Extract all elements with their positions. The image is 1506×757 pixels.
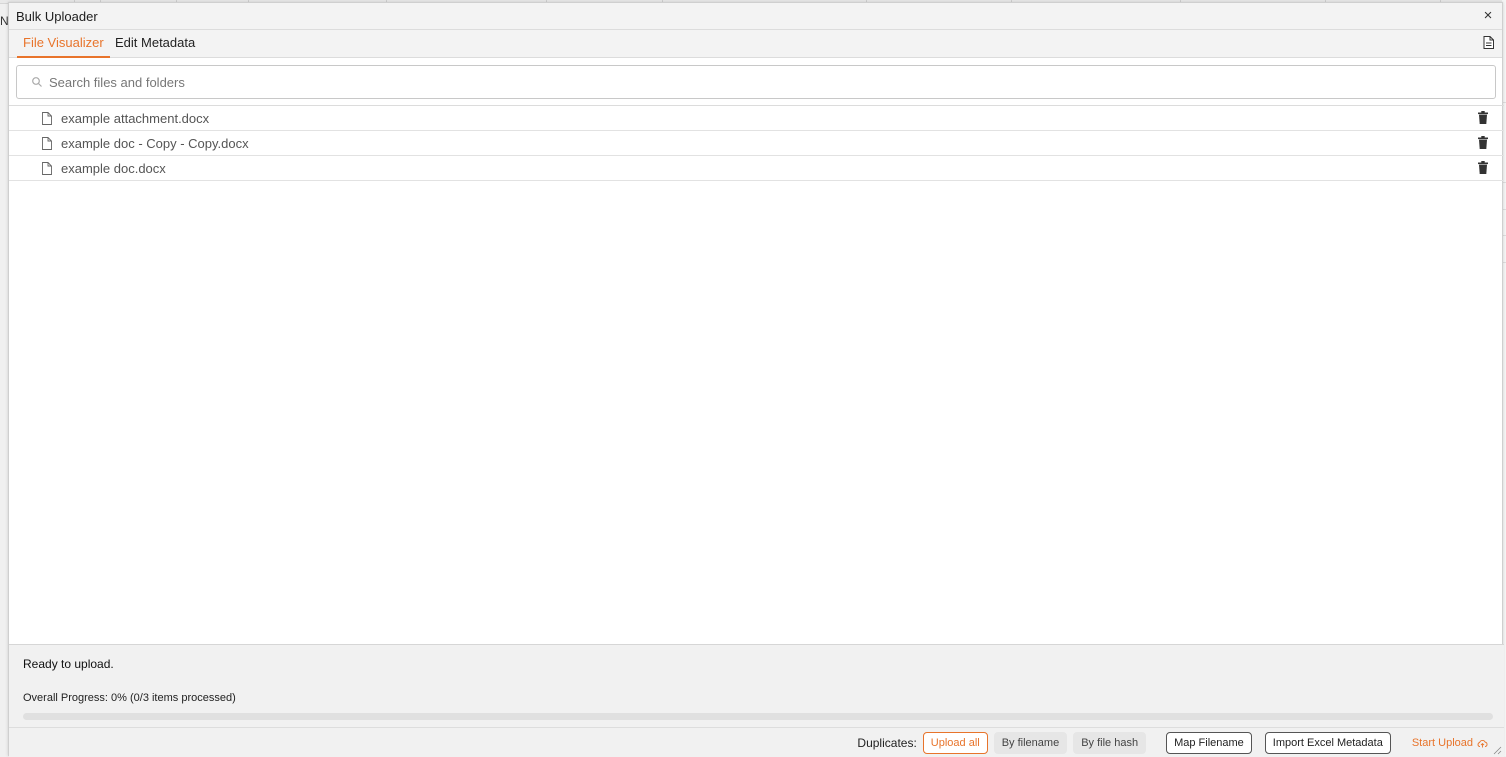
map-filename-button[interactable]: Map Filename — [1166, 732, 1252, 754]
start-upload-button[interactable]: Start Upload — [1404, 732, 1496, 754]
by-file-hash-button[interactable]: By file hash — [1073, 732, 1147, 754]
close-button[interactable]: × — [1480, 7, 1496, 25]
cloud-upload-icon — [1477, 739, 1488, 747]
footer-panel: Ready to upload. Overall Progress: 0% (0… — [9, 644, 1504, 757]
search-input[interactable] — [49, 67, 1469, 97]
footer-actions: Duplicates: Upload all By filename By fi… — [857, 731, 1496, 755]
footer-divider — [9, 727, 1504, 728]
trash-icon[interactable] — [1478, 111, 1488, 124]
file-icon — [42, 137, 52, 150]
file-row[interactable]: example doc - Copy - Copy.docx — [9, 131, 1504, 156]
dialog-title-bar: Bulk Uploader × — [9, 3, 1502, 30]
background-app-edge: N — [0, 14, 8, 28]
status-text: Ready to upload. — [23, 657, 114, 671]
upload-all-button[interactable]: Upload all — [922, 732, 988, 754]
by-filename-button[interactable]: By filename — [993, 732, 1068, 754]
tab-file-visualizer[interactable]: File Visualizer — [17, 30, 110, 58]
file-name: example doc.docx — [61, 161, 166, 176]
duplicates-label: Duplicates: — [857, 736, 917, 750]
search-box — [16, 65, 1496, 99]
file-icon — [42, 162, 52, 175]
file-row[interactable]: example doc.docx — [9, 156, 1504, 181]
resize-grip-icon[interactable] — [1493, 746, 1502, 755]
file-name: example doc - Copy - Copy.docx — [61, 136, 249, 151]
tab-edit-metadata[interactable]: Edit Metadata — [109, 30, 201, 58]
dialog-title: Bulk Uploader — [16, 9, 98, 24]
trash-icon[interactable] — [1478, 136, 1488, 149]
import-excel-metadata-button[interactable]: Import Excel Metadata — [1264, 732, 1391, 754]
file-name: example attachment.docx — [61, 111, 210, 126]
document-icon[interactable] — [1483, 36, 1494, 49]
progress-bar — [23, 713, 1493, 720]
file-row[interactable]: example attachment.docx — [9, 106, 1504, 131]
overall-progress-label: Overall Progress: 0% (0/3 items processe… — [23, 692, 236, 704]
search-icon — [32, 77, 42, 87]
start-upload-label: Start Upload — [1411, 737, 1473, 749]
file-list: example attachment.docx example doc - Co… — [9, 105, 1504, 645]
trash-icon[interactable] — [1478, 161, 1488, 174]
bulk-uploader-dialog: Bulk Uploader × File Visualizer Edit Met… — [8, 2, 1504, 757]
tab-bar: File Visualizer Edit Metadata — [9, 30, 1502, 58]
file-icon — [42, 112, 52, 125]
